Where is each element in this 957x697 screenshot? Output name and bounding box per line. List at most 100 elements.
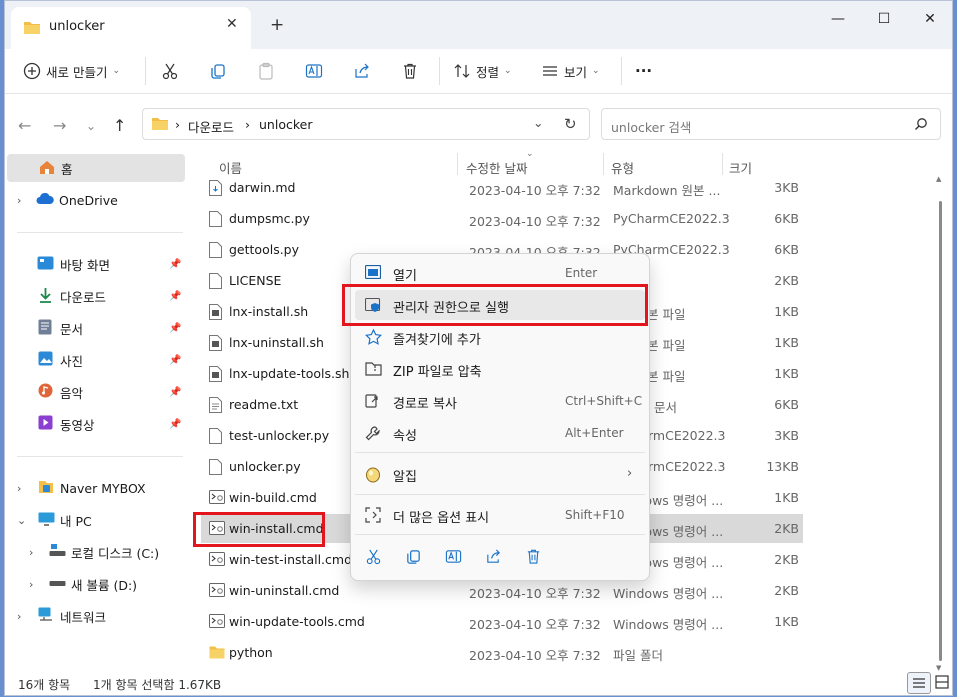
scroll-up-icon[interactable]: ▲: [936, 175, 941, 183]
rename-icon[interactable]: [445, 548, 462, 568]
file-type: 본 파일: [647, 307, 686, 322]
file-name: python: [229, 645, 273, 660]
sidebar-item-documents[interactable]: 문서 📌: [5, 314, 185, 342]
scissors-icon[interactable]: [365, 548, 382, 568]
address-dropdown-icon[interactable]: ⌄: [533, 115, 543, 130]
sidebar-item-this-pc[interactable]: ⌄ 내 PC: [5, 506, 185, 534]
file-name: readme.txt: [229, 397, 299, 412]
sidebar-item-videos[interactable]: 동영상 📌: [5, 410, 185, 438]
sidebar-item-home[interactable]: 홈: [7, 154, 185, 182]
sidebar-item-onedrive[interactable]: › OneDrive: [5, 186, 185, 214]
sort-button[interactable]: 정렬 ⌄: [453, 61, 512, 81]
recent-chevron-icon[interactable]: ⌄: [86, 119, 96, 133]
drive-icon: [49, 576, 66, 592]
address-bar[interactable]: › 다운로드 › unlocker ⌄: [142, 108, 590, 140]
file-name: darwin.md: [229, 180, 296, 195]
close-tab-icon[interactable]: ✕: [226, 16, 238, 32]
chevron-down-icon: ⌄: [504, 66, 512, 76]
file-row[interactable]: dumpsmc.py 2023-04-10 오후 7:32 PyCharmCE202…: [201, 204, 803, 233]
sidebar-item-drive-d[interactable]: › 새 볼륨 (D:): [5, 570, 185, 598]
home-icon: [38, 159, 56, 178]
column-divider[interactable]: [722, 153, 723, 175]
copy-button[interactable]: [209, 61, 227, 81]
file-name: LICENSE: [229, 273, 282, 288]
details-view-button[interactable]: [907, 672, 931, 694]
sidebar-item-pictures[interactable]: 사진 📌: [5, 346, 185, 374]
tiles-view-button[interactable]: [931, 672, 953, 692]
view-button[interactable]: 보기 ⌄: [541, 61, 600, 81]
sidebar-item-label: 바탕 화면: [60, 257, 110, 273]
copy-icon[interactable]: [405, 548, 422, 568]
file-type: rmCE2022.3: [648, 459, 726, 474]
file-name: lnx-update-tools.sh: [229, 366, 350, 381]
new-button[interactable]: 새로 만들기 ⌄: [23, 61, 120, 81]
column-divider[interactable]: [603, 153, 604, 175]
file-row[interactable]: darwin.md 2023-04-10 오후 7:32 Markdown 원본 .…: [201, 173, 803, 202]
toolbar-divider: [439, 57, 440, 85]
sidebar-item-network[interactable]: › 네트워크: [5, 602, 185, 630]
menu-item-alzip[interactable]: 알집 ›: [355, 459, 645, 489]
rename-button[interactable]: [305, 61, 323, 81]
breadcrumb-separator: ›: [245, 117, 250, 132]
vertical-scrollbar[interactable]: [939, 201, 942, 661]
back-arrow-icon[interactable]: ←: [18, 116, 31, 135]
forward-arrow-icon[interactable]: →: [53, 116, 66, 135]
minimize-button[interactable]: —: [815, 11, 861, 35]
file-name: win-uninstall.cmd: [229, 583, 340, 598]
trash-icon[interactable]: [525, 548, 542, 568]
zip-folder-icon: [365, 361, 382, 380]
sidebar-item-drive-c[interactable]: › 로컬 디스크 (C:): [5, 538, 185, 566]
breadcrumb-downloads[interactable]: 다운로드: [188, 117, 234, 136]
share-button[interactable]: [353, 61, 371, 81]
paste-button[interactable]: [257, 61, 275, 81]
breadcrumb-separator: ›: [175, 117, 180, 132]
copy-path-icon: [365, 393, 381, 413]
column-divider[interactable]: [457, 153, 458, 175]
star-icon: [365, 328, 382, 349]
mybox-icon: [38, 479, 54, 497]
chevron-right-icon[interactable]: ›: [17, 194, 21, 207]
menu-item-copy-path[interactable]: 경로로 복사 Ctrl+Shift+C: [355, 386, 645, 416]
new-tab-button[interactable]: +: [270, 16, 284, 34]
file-row[interactable]: win-update-tools.cmd 2023-04-10 오후 7:32 Wi…: [201, 607, 803, 636]
sidebar-item-music[interactable]: 음악 📌: [5, 378, 185, 406]
chevron-right-icon: ›: [627, 466, 633, 481]
chevron-right-icon[interactable]: ›: [29, 578, 33, 591]
menu-item-label: 알집: [393, 470, 417, 485]
file-icon: [209, 428, 222, 447]
file-row[interactable]: python 2023-04-10 오후 7:32 파일 폴더: [201, 638, 803, 667]
chevron-right-icon[interactable]: ›: [17, 610, 21, 623]
chevron-right-icon[interactable]: ›: [29, 546, 33, 559]
rename-icon: [305, 64, 323, 78]
breadcrumb-unlocker[interactable]: unlocker: [259, 117, 312, 132]
cut-button[interactable]: [161, 61, 179, 81]
up-arrow-icon[interactable]: ↑: [113, 116, 126, 135]
maximize-button[interactable]: ☐: [861, 11, 907, 35]
menu-item-add-favorites[interactable]: 즐겨찾기에 추가: [355, 322, 645, 352]
menu-item-properties[interactable]: 속성 Alt+Enter: [355, 418, 645, 448]
cmd-file-icon: [209, 552, 225, 569]
chevron-right-icon[interactable]: ›: [17, 482, 21, 495]
sidebar-item-label: 동영상: [60, 417, 95, 433]
file-type: 문서: [654, 400, 678, 415]
menu-item-more-options[interactable]: 더 많은 옵션 표시 Shift+F10: [355, 500, 645, 530]
tab-unlocker[interactable]: unlocker ✕: [11, 7, 251, 49]
sidebar-item-label: 문서: [60, 321, 84, 337]
refresh-icon[interactable]: ↻: [564, 115, 577, 133]
sidebar-item-desktop[interactable]: 바탕 화면 📌: [5, 250, 185, 278]
chevron-down-icon: ⌄: [592, 66, 600, 76]
chevron-down-icon[interactable]: ⌄: [17, 514, 26, 527]
scroll-down-icon[interactable]: ▼: [936, 664, 941, 672]
file-size: 1KB: [774, 366, 799, 381]
search-box[interactable]: unlocker 검색: [601, 108, 941, 140]
delete-button[interactable]: [401, 61, 419, 81]
desktop-icon: [37, 256, 54, 273]
file-type: Markdown 원본 ...: [613, 183, 721, 198]
share-icon[interactable]: [485, 548, 502, 568]
menu-item-zip[interactable]: ZIP 파일로 압축: [355, 354, 645, 384]
close-button[interactable]: ✕: [907, 11, 953, 35]
sidebar-item-downloads[interactable]: 다운로드 📌: [5, 282, 185, 310]
more-options-button[interactable]: ···: [635, 61, 652, 81]
alzip-icon: [365, 466, 381, 487]
sidebar-item-mybox[interactable]: › Naver MYBOX: [5, 474, 185, 502]
